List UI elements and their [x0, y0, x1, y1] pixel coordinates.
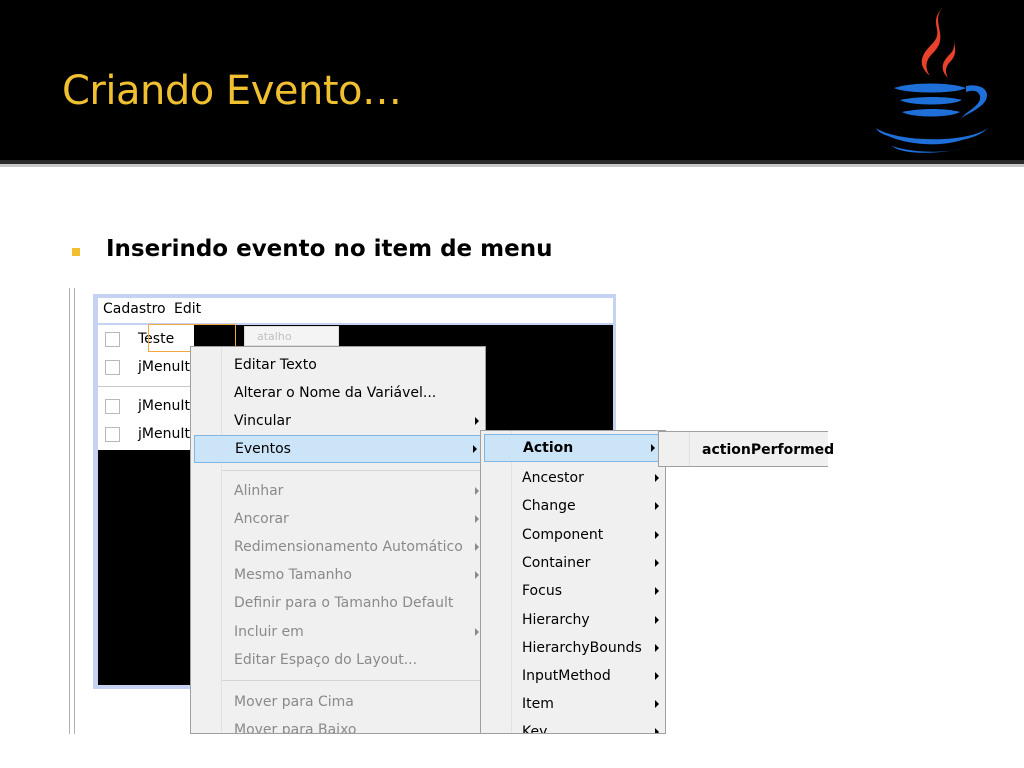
event-label: Component — [522, 527, 604, 543]
menu-item-jmenuitem-2[interactable]: jMenuIt — [98, 395, 194, 419]
event-container[interactable]: Container — [481, 551, 665, 577]
submenu-arrow-icon — [655, 700, 659, 708]
event-label: InputMethod — [522, 668, 611, 684]
checkbox-icon — [105, 332, 120, 347]
event-inputmethod[interactable]: InputMethod — [481, 664, 665, 690]
menu-edit[interactable]: Edit — [174, 301, 201, 317]
ctx-item-editar-texto[interactable]: Editar Texto — [191, 353, 485, 379]
ctx-item-mover-cima[interactable]: Mover para Cima — [191, 690, 485, 716]
event-label: Ancestor — [522, 470, 584, 486]
event-label: Focus — [522, 583, 562, 599]
submenu-arrow-icon — [651, 444, 655, 452]
event-label: Container — [522, 555, 591, 571]
ctx-item-incluir-em[interactable]: Incluir em — [191, 620, 485, 646]
checkbox-icon — [105, 360, 120, 375]
submenu-arrow-icon — [655, 502, 659, 510]
checkbox-icon — [105, 427, 120, 442]
event-label: Hierarchy — [522, 612, 590, 628]
event-label: Action — [523, 440, 574, 456]
submenu-arrow-icon — [655, 728, 659, 733]
ctx-item-label: Ancorar — [234, 511, 289, 527]
submenu-arrow-icon — [655, 587, 659, 595]
event-label: Item — [522, 696, 554, 712]
submenu-arrow-icon — [655, 474, 659, 482]
action-performed-label: actionPerformed — [702, 442, 835, 458]
ctx-item-vincular[interactable]: Vincular — [191, 409, 485, 435]
event-hierarchy[interactable]: Hierarchy — [481, 608, 665, 634]
event-label: Change — [522, 498, 576, 514]
event-focus[interactable]: Focus — [481, 579, 665, 605]
ctx-item-label: Vincular — [234, 413, 291, 429]
ctx-item-label: Mesmo Tamanho — [234, 567, 352, 583]
event-item[interactable]: Item — [481, 692, 665, 718]
submenu-arrow-icon — [475, 543, 479, 551]
submenu-arrow-icon — [655, 644, 659, 652]
ctx-item-label: Incluir em — [234, 624, 304, 640]
event-label: Key — [522, 724, 548, 734]
ctx-item-label: Alterar o Nome da Variável... — [234, 385, 437, 401]
menu-item-jmenuitem-3[interactable]: jMenuIt — [98, 423, 194, 447]
ctx-item-label: Mover para Cima — [234, 694, 354, 710]
submenu-arrow-icon — [475, 571, 479, 579]
editor-border — [69, 288, 70, 734]
submenu-arrow-icon — [475, 515, 479, 523]
submenu-arrow-icon — [655, 531, 659, 539]
square-bullet-icon — [72, 248, 80, 256]
context-menu: Editar Texto Alterar o Nome da Variável.… — [190, 346, 486, 734]
ctx-item-label: Definir para o Tamanho Default — [234, 595, 454, 611]
ctx-item-editar-espaco[interactable]: Editar Espaço do Layout... — [191, 648, 485, 674]
header-divider-shadow — [0, 164, 1024, 167]
ctx-item-alterar-nome[interactable]: Alterar o Nome da Variável... — [191, 381, 485, 407]
dropdown-separator — [98, 386, 194, 387]
action-submenu: actionPerformed — [658, 431, 834, 468]
ctx-item-eventos[interactable]: Eventos — [194, 435, 484, 463]
ctx-item-ancorar[interactable]: Ancorar — [191, 507, 485, 533]
menu-item-label: jMenuIt — [138, 426, 190, 442]
events-submenu: Action Ancestor Change Component Contain… — [480, 430, 666, 734]
event-ancestor[interactable]: Ancestor — [481, 466, 665, 492]
submenu-arrow-icon — [655, 672, 659, 680]
menu-separator — [222, 680, 484, 681]
ctx-item-alinhar[interactable]: Alinhar — [191, 479, 485, 505]
ctx-item-label: Editar Espaço do Layout... — [234, 652, 418, 668]
menubar: Cadastro Edit — [98, 298, 613, 323]
menu-item-label: jMenuIt — [138, 398, 190, 414]
ctx-item-label: Eventos — [235, 441, 291, 457]
bullet-text: Inserindo evento no item de menu — [106, 236, 553, 262]
menu-item-label: jMenuIt — [138, 359, 190, 375]
menu-cadastro[interactable]: Cadastro — [103, 301, 166, 317]
menu-item-jmenuitem-1[interactable]: jMenuIt — [98, 356, 194, 380]
submenu-arrow-icon — [475, 628, 479, 636]
shortcut-field[interactable]: atalho — [244, 326, 339, 346]
menu-separator — [222, 470, 484, 471]
checkbox-icon — [105, 399, 120, 414]
submenu-arrow-icon — [473, 445, 477, 453]
ctx-item-label: Alinhar — [234, 483, 284, 499]
ctx-item-label: Editar Texto — [234, 357, 317, 373]
submenu-arrow-icon — [655, 559, 659, 567]
slide-title: Criando Evento… — [62, 68, 402, 114]
event-change[interactable]: Change — [481, 494, 665, 520]
ctx-item-tamanho-default[interactable]: Definir para o Tamanho Default — [191, 591, 485, 617]
ctx-item-mesmo-tamanho[interactable]: Mesmo Tamanho — [191, 563, 485, 589]
submenu-arrow-icon — [655, 616, 659, 624]
submenu-arrow-icon — [475, 487, 479, 495]
event-key[interactable]: Key — [481, 720, 665, 734]
editor-border-inner — [74, 288, 75, 734]
event-action[interactable]: Action — [484, 434, 662, 462]
event-action-performed[interactable]: actionPerformed — [659, 432, 834, 468]
event-hierarchybounds[interactable]: HierarchyBounds — [481, 636, 665, 662]
event-label: HierarchyBounds — [522, 640, 642, 656]
ctx-item-label: Redimensionamento Automático — [234, 539, 463, 555]
java-coffee-cup-icon — [876, 6, 988, 153]
ctx-item-redimensionamento[interactable]: Redimensionamento Automático — [191, 535, 485, 561]
ctx-item-label: Mover para Baixo — [234, 722, 357, 734]
event-component[interactable]: Component — [481, 523, 665, 549]
submenu-arrow-icon — [475, 417, 479, 425]
ctx-item-mover-baixo[interactable]: Mover para Baixo — [191, 718, 485, 734]
shortcut-placeholder: atalho — [257, 330, 292, 343]
